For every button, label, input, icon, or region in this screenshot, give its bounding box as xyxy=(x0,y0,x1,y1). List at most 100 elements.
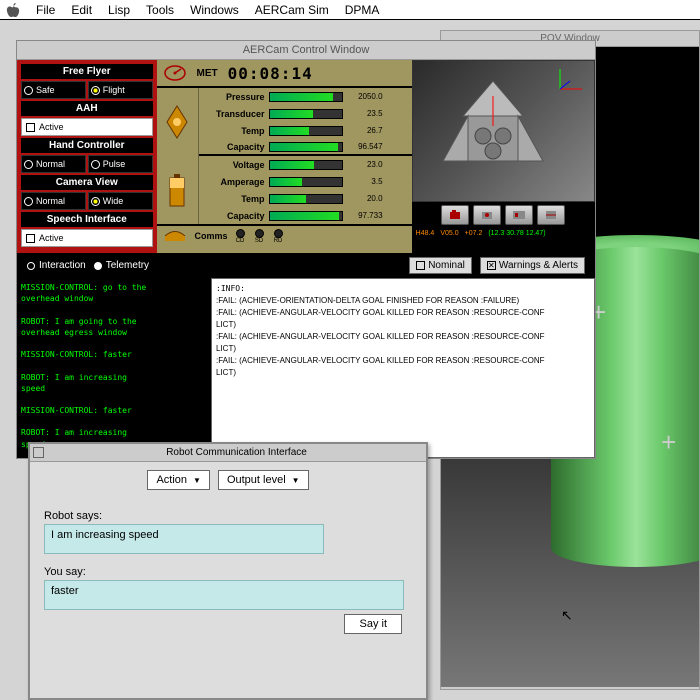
hand-normal-radio[interactable]: Normal xyxy=(21,155,86,173)
comm-window: Robot Communication Interface Action▼ Ou… xyxy=(28,442,428,700)
warnings-button[interactable]: ✕Warnings & Alerts xyxy=(480,257,585,274)
battery-icon xyxy=(157,156,199,224)
metric-value: 2050.0 xyxy=(347,92,383,101)
metric-row: Temp 26.7 xyxy=(199,122,412,139)
metric-row: Capacity 96.547 xyxy=(199,139,412,156)
safe-radio[interactable]: Safe xyxy=(21,81,86,99)
cursor-icon: ↖ xyxy=(561,607,573,624)
metric-label: Temp xyxy=(203,194,265,204)
metric-row: Voltage 23.0 xyxy=(199,156,412,173)
led-cd: CD xyxy=(236,229,245,244)
metric-label: Amperage xyxy=(203,177,265,187)
apple-icon xyxy=(6,3,20,17)
metric-value: 97.733 xyxy=(347,211,383,220)
metric-bar xyxy=(269,160,343,170)
metric-row: Temp 20.0 xyxy=(199,190,412,207)
log-area: MISSION-CONTROL: go to theoverhead windo… xyxy=(17,278,595,458)
menu-tools[interactable]: Tools xyxy=(146,3,174,17)
met-time: 00:08:14 xyxy=(228,64,313,83)
metric-label: Temp xyxy=(203,126,265,136)
chevron-down-icon: ▼ xyxy=(292,476,300,485)
propellant-icon xyxy=(157,88,199,156)
mode-panel: Free Flyer Safe Flight AAH Active Hand C… xyxy=(17,60,157,253)
metric-value: 96.547 xyxy=(347,142,383,151)
nominal-button[interactable]: Nominal xyxy=(409,257,472,274)
comms-label: Comms xyxy=(195,231,228,241)
output-level-combo[interactable]: Output level▼ xyxy=(218,470,309,490)
metric-label: Pressure xyxy=(203,92,265,102)
cam-btn-4[interactable] xyxy=(537,205,565,225)
flight-radio[interactable]: Flight xyxy=(88,81,153,99)
metric-bar xyxy=(269,194,343,204)
metric-bar xyxy=(269,109,343,119)
metric-label: Transducer xyxy=(203,109,265,119)
cam-btn-2[interactable] xyxy=(473,205,501,225)
menu-file[interactable]: File xyxy=(36,3,55,17)
axes-icon xyxy=(556,67,586,93)
robot-says-label: Robot says: xyxy=(44,510,412,522)
comm-title[interactable]: Robot Communication Interface xyxy=(30,444,426,462)
tab-row: Interaction Telemetry Nominal ✕Warnings … xyxy=(17,253,595,278)
tab-interaction[interactable]: Interaction xyxy=(27,260,86,271)
metric-value: 26.7 xyxy=(347,126,383,135)
metric-bar xyxy=(269,211,343,221)
metric-bar xyxy=(269,92,343,102)
say-it-button[interactable]: Say it xyxy=(344,614,402,634)
camera-view xyxy=(412,60,595,202)
you-say-label: You say: xyxy=(44,566,412,578)
comms-icon xyxy=(163,229,187,243)
system-log: :INFO: :FAIL: (ACHIEVE-ORIENTATION-DELTA… xyxy=(211,278,595,458)
cam-btn-3[interactable] xyxy=(505,205,533,225)
hand-pulse-radio[interactable]: Pulse xyxy=(88,155,153,173)
metric-bar xyxy=(269,142,343,152)
menu-aercam[interactable]: AERCam Sim xyxy=(255,3,329,17)
cam-btn-1[interactable] xyxy=(441,205,469,225)
metric-row: Transducer 23.5 xyxy=(199,105,412,122)
you-say-input[interactable]: faster xyxy=(44,580,404,610)
tab-telemetry[interactable]: Telemetry xyxy=(94,260,149,271)
menu-edit[interactable]: Edit xyxy=(71,3,92,17)
crosshair-icon: + xyxy=(661,427,676,458)
aah-title: AAH xyxy=(21,101,153,116)
metric-row: Capacity 97.733 xyxy=(199,207,412,224)
speech-title: Speech Interface xyxy=(21,212,153,227)
metric-value: 23.0 xyxy=(347,160,383,169)
camera-normal-radio[interactable]: Normal xyxy=(21,192,86,210)
menu-lisp[interactable]: Lisp xyxy=(108,3,130,17)
menu-dpma[interactable]: DPMA xyxy=(345,3,380,17)
control-window: AERCam Control Window Free Flyer Safe Fl… xyxy=(16,40,596,459)
metric-label: Capacity xyxy=(203,211,265,221)
clock-icon xyxy=(163,64,187,82)
control-window-title: AERCam Control Window xyxy=(17,41,595,60)
metric-bar xyxy=(269,177,343,187)
metric-value: 20.0 xyxy=(347,194,383,203)
action-combo[interactable]: Action▼ xyxy=(147,470,210,490)
camera-buttons xyxy=(412,202,595,228)
robot-says-text: I am increasing speed xyxy=(44,524,324,554)
hand-title: Hand Controller xyxy=(21,138,153,153)
transcript-log: MISSION-CONTROL: go to theoverhead windo… xyxy=(17,278,211,458)
metric-value: 3.5 xyxy=(347,177,383,186)
aah-active-check[interactable]: Active xyxy=(21,118,153,136)
met-label: MET xyxy=(197,68,218,79)
coords-display: H48.4 V05.0 +07.2 (12.3 30.78 12.47) xyxy=(412,228,595,244)
metric-label: Capacity xyxy=(203,142,265,152)
metric-bar xyxy=(269,126,343,136)
camera-panel: H48.4 V05.0 +07.2 (12.3 30.78 12.47) xyxy=(412,60,595,253)
speech-active-check[interactable]: Active xyxy=(21,229,153,247)
led-sd: SD xyxy=(255,229,264,244)
metric-value: 23.5 xyxy=(347,109,383,118)
metric-row: Amperage 3.5 xyxy=(199,173,412,190)
chevron-down-icon: ▼ xyxy=(193,476,201,485)
menubar[interactable]: File Edit Lisp Tools Windows AERCam Sim … xyxy=(0,0,700,20)
led-rd: RD xyxy=(274,229,283,244)
freeflyer-title: Free Flyer xyxy=(21,64,153,79)
menu-windows[interactable]: Windows xyxy=(190,3,239,17)
metric-label: Voltage xyxy=(203,160,265,170)
metric-row: Pressure 2050.0 xyxy=(199,88,412,105)
camera-title: Camera View xyxy=(21,175,153,190)
camera-wide-radio[interactable]: Wide xyxy=(88,192,153,210)
telemetry-panel: MET 00:08:14 Pressure 2050.0 Transducer 23.… xyxy=(157,60,412,253)
close-icon[interactable] xyxy=(33,447,44,458)
spacecraft xyxy=(433,76,553,186)
